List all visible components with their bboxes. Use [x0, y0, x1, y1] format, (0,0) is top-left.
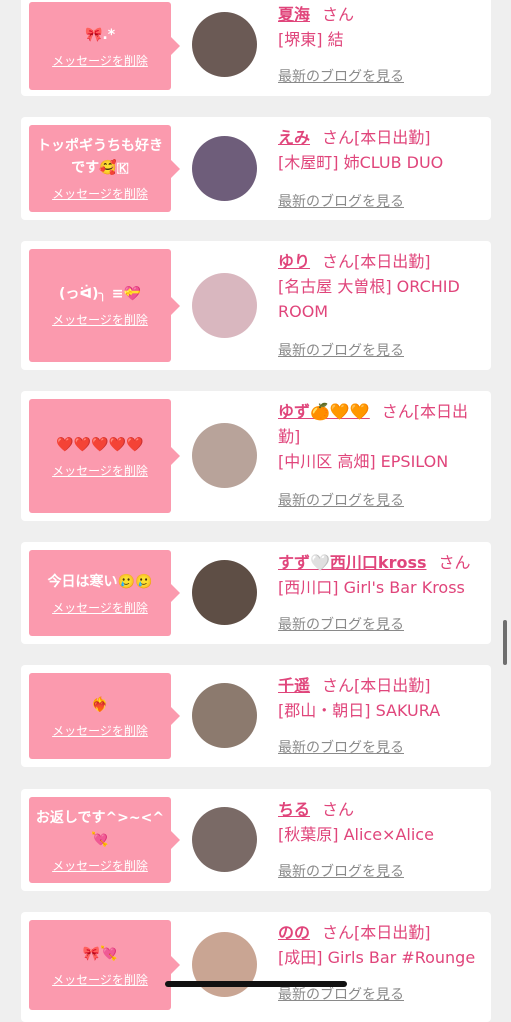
message-text: ❤️‍🔥 — [91, 696, 109, 713]
delete-message-link[interactable]: メッセージを削除 — [52, 52, 148, 69]
girl-name-link[interactable]: のの — [278, 923, 310, 942]
message-text: お返しです^>~<^💘 — [35, 809, 165, 848]
shop-name: [西川口] Girl's Bar Kross — [278, 578, 465, 597]
message-bubble: トッポギうちも好きです🥰🇰 メッセージを削除 — [29, 125, 180, 212]
delete-message-link[interactable]: メッセージを削除 — [52, 311, 148, 328]
status-badge: [本日出勤] — [354, 676, 431, 695]
girl-info: すず🤍西川口kross さん [西川口] Girl's Bar Kross — [278, 550, 486, 600]
message-bubble: ❤️‍🔥 メッセージを削除 — [29, 673, 180, 759]
delete-message-link[interactable]: メッセージを削除 — [52, 722, 148, 739]
status-badge: [本日出勤] — [354, 128, 431, 147]
message-card: 🎀.* メッセージを削除 夏海 さん [堺東] 結 最新のブログを見る — [21, 0, 491, 96]
honorific: さん — [322, 252, 355, 271]
status-badge: [本日出勤] — [354, 252, 431, 271]
girl-name-link[interactable]: ちる — [278, 800, 310, 819]
delete-message-link[interactable]: メッセージを削除 — [52, 971, 148, 988]
girl-info: 千遥 さん[本日出勤] [郡山・朝日] SAKURA — [278, 673, 486, 723]
girl-info: ゆり さん[本日出勤] [名古屋 大曽根] ORCHID ROOM — [278, 249, 486, 324]
girl-info: のの さん[本日出勤] [成田] Girls Bar #Rounge — [278, 920, 486, 970]
message-card: 今日は寒い🥲🥲 メッセージを削除 すず🤍西川口kross さん [西川口] Gir… — [21, 542, 491, 644]
delete-message-link[interactable]: メッセージを削除 — [52, 185, 148, 202]
girl-name-link[interactable]: すず🤍西川口kross — [278, 553, 427, 572]
status-badge: [本日出勤] — [354, 923, 431, 942]
shop-name: [木屋町] 姉CLUB DUO — [278, 153, 444, 172]
message-bubble: お返しです^>~<^💘 メッセージを削除 — [29, 797, 180, 883]
message-bubble: 今日は寒い🥲🥲 メッセージを削除 — [29, 550, 180, 636]
message-card: ❤️❤️❤️❤️❤️ メッセージを削除 ゆず🍊🧡🧡 さん[本日出勤] [中川区 高… — [21, 391, 491, 521]
honorific: さん — [322, 923, 355, 942]
latest-blog-link[interactable]: 最新のブログを見る — [278, 66, 404, 86]
latest-blog-link[interactable]: 最新のブログを見る — [278, 984, 404, 1004]
message-text: 今日は寒い🥲🥲 — [47, 573, 153, 590]
delete-message-link[interactable]: メッセージを削除 — [52, 599, 148, 616]
message-text: ❤️❤️❤️❤️❤️ — [56, 436, 144, 453]
message-bubble: ❤️❤️❤️❤️❤️ メッセージを削除 — [29, 399, 180, 513]
shop-name: [中川区 高畑] EPSILON — [278, 452, 449, 471]
delete-message-link[interactable]: メッセージを削除 — [52, 857, 148, 874]
shop-name: [成田] Girls Bar #Rounge — [278, 948, 476, 967]
home-indicator[interactable] — [165, 981, 347, 987]
avatar[interactable] — [192, 12, 257, 77]
girl-name-link[interactable]: ゆず🍊🧡🧡 — [278, 402, 370, 421]
avatar[interactable] — [192, 560, 257, 625]
message-card: トッポギうちも好きです🥰🇰 メッセージを削除 えみ さん[本日出勤] [木屋町] … — [21, 117, 491, 220]
avatar[interactable] — [192, 423, 257, 488]
message-text: 🎀.* — [84, 26, 116, 43]
girl-name-link[interactable]: えみ — [278, 128, 310, 147]
message-text: トッポギうちも好きです🥰🇰 — [37, 138, 163, 176]
shop-name: [堺東] 結 — [278, 30, 344, 49]
girl-info: ちる さん [秋葉原] Alice×Alice — [278, 797, 486, 847]
avatar[interactable] — [192, 273, 257, 338]
shop-name: [郡山・朝日] SAKURA — [278, 701, 441, 720]
honorific: さん — [322, 128, 355, 147]
message-bubble: 🎀.* メッセージを削除 — [29, 2, 180, 90]
message-card: (っᐛ)╮ ≡💝 メッセージを削除 ゆり さん[本日出勤] [名古屋 大曽根] O… — [21, 241, 491, 370]
shop-name: [名古屋 大曽根] ORCHID ROOM — [278, 277, 460, 321]
honorific: さん — [322, 676, 355, 695]
girl-info: えみ さん[本日出勤] [木屋町] 姉CLUB DUO — [278, 125, 486, 175]
latest-blog-link[interactable]: 最新のブログを見る — [278, 614, 404, 634]
message-text: (っᐛ)╮ ≡💝 — [59, 286, 141, 302]
latest-blog-link[interactable]: 最新のブログを見る — [278, 737, 404, 757]
message-bubble: (っᐛ)╮ ≡💝 メッセージを削除 — [29, 249, 180, 362]
message-bubble: 🎀💘 メッセージを削除 — [29, 920, 180, 1010]
avatar[interactable] — [192, 932, 257, 997]
latest-blog-link[interactable]: 最新のブログを見る — [278, 490, 404, 510]
honorific: さん — [438, 553, 471, 572]
latest-blog-link[interactable]: 最新のブログを見る — [278, 340, 404, 360]
scrollbar[interactable] — [503, 620, 507, 665]
honorific: さん — [322, 800, 355, 819]
honorific: さん — [322, 5, 355, 24]
girl-name-link[interactable]: 千遥 — [278, 676, 310, 695]
shop-name: [秋葉原] Alice×Alice — [278, 825, 434, 844]
message-card: 🎀💘 メッセージを削除 のの さん[本日出勤] [成田] Girls Bar #R… — [21, 912, 491, 1022]
message-card: お返しです^>~<^💘 メッセージを削除 ちる さん [秋葉原] Alice×Al… — [21, 789, 491, 891]
girl-info: ゆず🍊🧡🧡 さん[本日出勤] [中川区 高畑] EPSILON — [278, 399, 486, 474]
message-text: 🎀💘 — [82, 945, 118, 962]
avatar[interactable] — [192, 683, 257, 748]
honorific: さん — [381, 402, 414, 421]
girl-info: 夏海 さん [堺東] 結 — [278, 2, 486, 52]
message-card: ❤️‍🔥 メッセージを削除 千遥 さん[本日出勤] [郡山・朝日] SAKURA … — [21, 665, 491, 767]
delete-message-link[interactable]: メッセージを削除 — [52, 462, 148, 479]
girl-name-link[interactable]: ゆり — [278, 252, 310, 271]
latest-blog-link[interactable]: 最新のブログを見る — [278, 861, 404, 881]
avatar[interactable] — [192, 807, 257, 872]
latest-blog-link[interactable]: 最新のブログを見る — [278, 191, 404, 211]
girl-name-link[interactable]: 夏海 — [278, 5, 310, 24]
avatar[interactable] — [192, 136, 257, 201]
